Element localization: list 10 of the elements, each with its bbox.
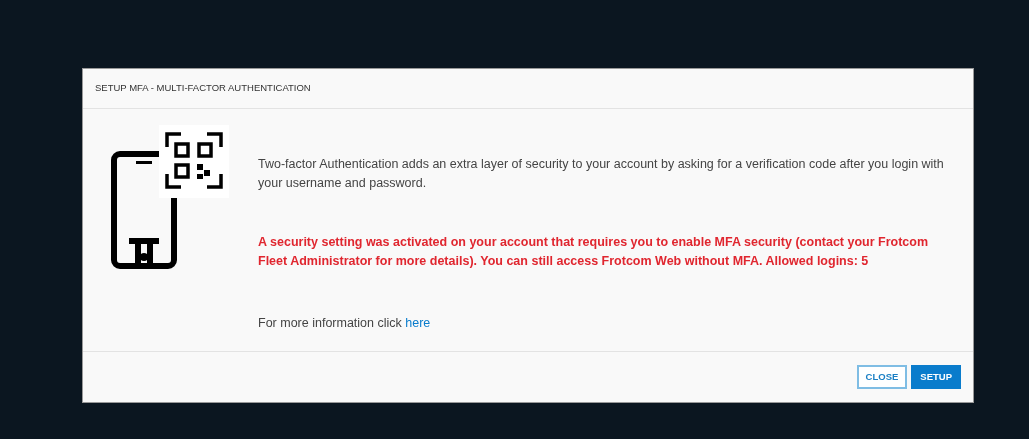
phone-icon [111, 151, 177, 269]
here-link[interactable]: here [405, 316, 431, 330]
intro-text: Two-factor Authentication adds an extra layer of security to your account by asking for a verification code after you login with your username and password. [258, 156, 945, 192]
dialog-title: SETUP MFA - MULTI-FACTOR AUTHENTICATION [95, 81, 311, 96]
close-button[interactable]: CLOSE [856, 365, 908, 389]
setup-button[interactable]: SETUP [911, 365, 961, 389]
logo-icon [129, 238, 159, 263]
more-info-text: For more information click here [258, 315, 432, 332]
qr-code-icon [159, 125, 229, 198]
warning-text: A security setting was activated on your account that requires you to enable MFA security (contact your Frotcom Fleet Administrator for more details). You can still access Frotcom Web without MFA. Allowed logins: 5 [258, 234, 930, 270]
